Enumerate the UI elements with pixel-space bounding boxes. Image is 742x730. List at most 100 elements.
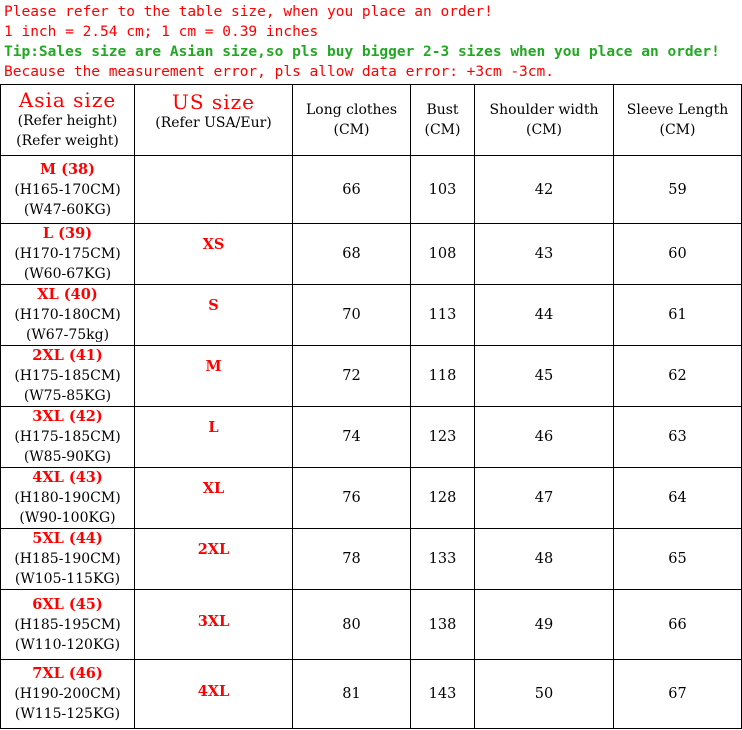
sleeve-length-value-cell: 67 [613,659,742,729]
header-us-size: US size (Refer USA/Eur) [134,84,293,156]
table-row: XL (40) (H170-180CM) (W67-75kg) S 70 113 44 61 [0,284,742,346]
note-tip: Tip:Sales size are Asian size,so pls buy… [4,44,720,60]
refer-weight: (W110-120KG) [14,636,121,653]
refer-height: (H170-180CM) [14,307,121,323]
sleeve-length-value: 62 [668,368,687,384]
table-row: 6XL (45) (H185-195CM) (W110-120KG) 3XL 80 138… [0,589,742,660]
header-asia-size: Asia size (Refer height) (Refer weight) [0,84,135,156]
long-clothes-value: 70 [342,307,361,323]
long-clothes-value-cell: 78 [292,528,411,590]
refer-height: (H170-175CM) [14,246,121,262]
asia-size-height-note: (Refer height) [17,113,118,129]
refer-weight: (W47-60KG) [23,201,112,218]
us-size-cell: 4XL [134,659,293,729]
table-row: 4XL (43) (H180-190CM) (W90-100KG) XL 76 128 47… [0,467,742,529]
shoulder-width-value-cell: 48 [474,528,614,590]
sleeve-length-value-cell: 61 [613,284,742,346]
refer-weight: (W67-75kg) [25,327,110,343]
long-clothes-value: 66 [342,181,361,198]
sleeve-length-value: 61 [668,307,687,323]
long-clothes-value: 78 [342,551,361,567]
long-clothes-value-cell: 70 [292,284,411,346]
asia-size-label: 6XL (45) [32,595,103,613]
shoulder-width-value: 49 [534,616,554,633]
header-long-clothes: Long clothes (CM) [292,84,411,156]
bust-value: 133 [428,551,457,567]
asia-size-cell: L (39) (H170-175CM) (W60-67KG) [0,223,135,285]
shoulder-width-value: 44 [534,307,554,323]
asia-size-cell: 7XL (46) (H190-200CM) (W115-125KG) [0,659,135,729]
us-size-cell: S [134,284,293,346]
shoulder-width-value-cell: 43 [474,223,614,285]
sleeve-length-value: 60 [668,246,687,262]
note-error: Because the measurement error, pls allow… [4,64,554,80]
bust-value-cell: 113 [410,284,475,346]
bust-value: 118 [428,368,457,384]
refer-weight: (W75-85KG) [23,388,112,404]
refer-height: (H180-190CM) [14,490,121,506]
bust-value: 108 [428,246,457,262]
shoulder-width-value: 45 [534,368,554,384]
bust-value: 103 [428,181,457,198]
long-clothes-unit: (CM) [333,122,370,138]
long-clothes-value-cell: 74 [292,406,411,468]
asia-size-label: XL (40) [37,286,98,303]
shoulder-width-value-cell: 45 [474,345,614,407]
us-size-label: XS [202,235,225,253]
bust-title: Bust [426,102,459,118]
us-size-cell: L [134,406,293,468]
long-clothes-value-cell: 72 [292,345,411,407]
us-size-cell: XL [134,467,293,529]
note-order: Please refer to the table size, when you… [4,4,493,20]
asia-size-cell: XL (40) (H170-180CM) (W67-75kg) [0,284,135,346]
sleeve-length-value-cell: 60 [613,223,742,285]
shoulder-width-value-cell: 44 [474,284,614,346]
notes-block: Please refer to the table size, when you… [4,2,742,82]
long-clothes-value: 74 [342,429,361,445]
asia-size-label: 3XL (42) [32,408,103,425]
refer-weight: (W60-67KG) [23,266,112,282]
long-clothes-value: 72 [342,368,361,384]
us-size-label: S [208,296,219,314]
long-clothes-value-cell: 66 [292,155,411,224]
refer-weight: (W105-115KG) [14,571,121,587]
us-size-cell: M [134,345,293,407]
asia-size-title: Asia size [18,88,117,112]
sleeve-length-title: Sleeve Length [626,102,729,118]
sleeve-length-value-cell: 59 [613,155,742,224]
shoulder-width-unit: (CM) [526,122,562,138]
bust-value: 113 [428,307,457,323]
asia-size-cell: 5XL (44) (H185-190CM) (W105-115KG) [0,528,135,590]
sleeve-length-value-cell: 66 [613,589,742,660]
sleeve-length-unit: (CM) [659,122,696,138]
sleeve-length-value: 66 [668,616,687,633]
us-size-cell: 2XL [134,528,293,590]
asia-size-label: 4XL (43) [32,469,103,486]
table-row: 2XL (41) (H175-185CM) (W75-85KG) M 72 118 45 62 [0,345,742,407]
us-size-title: US size [172,90,255,114]
bust-value: 138 [428,616,457,633]
refer-weight: (W115-125KG) [14,706,121,722]
header-sleeve-length: Sleeve Length (CM) [613,84,742,156]
shoulder-width-value-cell: 50 [474,659,614,729]
long-clothes-value: 68 [342,246,361,262]
note-conversion: 1 inch = 2.54 cm; 1 cm = 0.39 inches [4,24,319,40]
bust-value-cell: 128 [410,467,475,529]
table-row: 7XL (46) (H190-200CM) (W115-125KG) 4XL 81 143… [0,659,742,729]
us-size-note: (Refer USA/Eur) [155,115,272,131]
us-size-label: 3XL [197,613,230,630]
bust-value-cell: 103 [410,155,475,224]
us-size-label: 2XL [197,540,230,558]
header-bust: Bust (CM) [410,84,475,156]
us-size-label: 4XL [197,682,230,700]
asia-size-label: 2XL (41) [32,347,103,364]
asia-size-cell: 6XL (45) (H185-195CM) (W110-120KG) [0,589,135,660]
table-row: L (39) (H170-175CM) (W60-67KG) XS 68 108 43 60 [0,223,742,285]
long-clothes-title: Long clothes [305,102,397,118]
refer-weight: (W90-100KG) [19,510,116,526]
sleeve-length-value-cell: 64 [613,467,742,529]
sleeve-length-value: 65 [668,551,687,567]
refer-height: (H175-185CM) [14,429,121,445]
asia-size-label: L (39) [42,225,93,242]
shoulder-width-title: Shoulder width [489,102,599,118]
